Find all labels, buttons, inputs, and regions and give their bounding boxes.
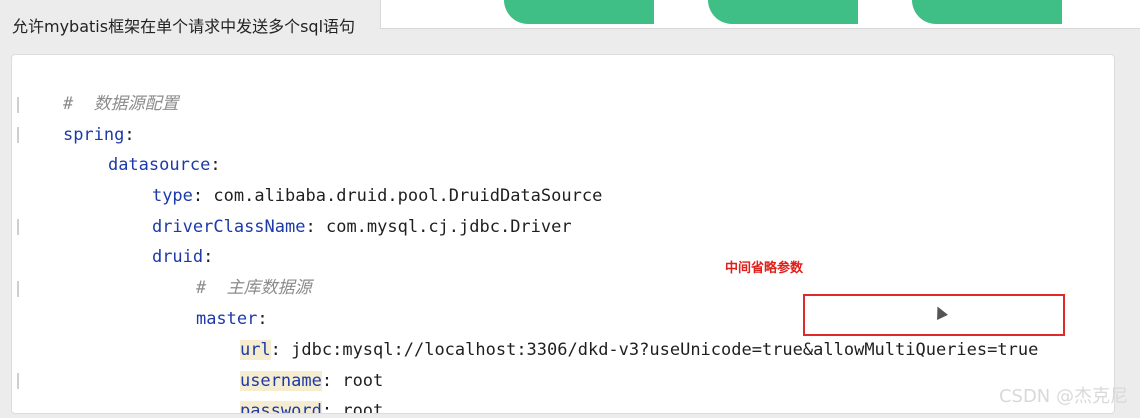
code-block[interactable]: # 数据源配置 spring: datasource: type: com.al…: [11, 54, 1115, 414]
code-line-password: password: root: [12, 366, 383, 413]
thumbnail-image: [912, 0, 1062, 24]
yaml-value: com.mysql.cj.jdbc.Driver: [325, 217, 572, 237]
thumbnail-image: [504, 0, 654, 24]
code-line-type: type: com.alibaba.druid.pool.DruidDataSo…: [151, 186, 603, 206]
yaml-key: password: [239, 401, 322, 413]
highlighted-param: &allowMultiQueries=true: [802, 340, 1039, 360]
code-line-datasource: datasource:: [107, 155, 221, 175]
thumbnail-image: [708, 0, 858, 24]
yaml-value: root: [342, 401, 384, 414]
code-line-comment-master: # 主库数据源: [12, 243, 312, 298]
section-caption: 允许mybatis框架在单个请求中发送多个sql语句: [12, 17, 356, 36]
annotation-note: 中间省略参数: [725, 261, 804, 276]
code-line-druid: druid:: [151, 247, 214, 267]
code-line-master: master:: [195, 309, 268, 329]
top-thumbnail-strip: [380, 0, 1140, 29]
code-line-comment-datasource: # 数据源配置: [12, 59, 179, 114]
csdn-watermark: CSDN @杰克尼: [998, 386, 1128, 407]
code-line-driver: driverClassName: com.mysql.cj.jdbc.Drive…: [151, 217, 572, 237]
code-line-spring: spring:: [62, 125, 135, 145]
code-line-username: username: root: [239, 371, 384, 391]
